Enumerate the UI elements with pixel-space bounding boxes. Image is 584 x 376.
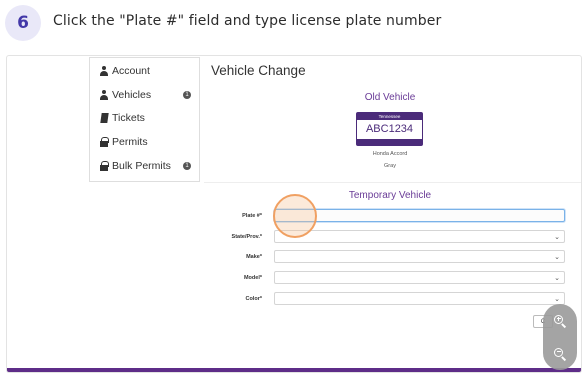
screenshot-frame: Account Vehicles 1 Tickets Permits Bulk … — [6, 55, 582, 373]
sidebar-item-tickets[interactable]: Tickets — [99, 110, 145, 126]
zoom-controls — [543, 304, 577, 370]
plate-label: Plate #* — [242, 213, 262, 219]
person-icon — [99, 66, 109, 76]
zoom-in-button[interactable] — [543, 304, 577, 337]
make-label: Make* — [246, 254, 262, 260]
person-icon — [99, 90, 109, 100]
step-instruction: Click the "Plate #" field and type licen… — [53, 13, 442, 29]
model-label: Model* — [243, 275, 262, 281]
count-badge: 1 — [183, 162, 191, 170]
zoom-out-icon — [554, 347, 567, 361]
zoom-out-button[interactable] — [543, 337, 577, 370]
section-divider — [204, 182, 581, 183]
license-plate-image: Tennessee ABC1234 — [356, 112, 423, 146]
account-sidebar: Account Vehicles 1 Tickets Permits Bulk … — [89, 57, 200, 182]
plate-input[interactable] — [274, 209, 565, 222]
make-select[interactable]: ⌄ — [274, 250, 565, 263]
chevron-down-icon: ⌄ — [554, 233, 560, 241]
ticket-icon — [99, 113, 109, 123]
chevron-down-icon: ⌄ — [554, 274, 560, 282]
footer-bar — [7, 368, 581, 372]
chevron-down-icon: ⌄ — [554, 295, 560, 303]
state-select[interactable]: ⌄ — [274, 230, 565, 243]
plate-number: ABC1234 — [365, 123, 414, 135]
sidebar-item-account[interactable]: Account — [99, 63, 150, 79]
count-badge: 1 — [183, 91, 191, 99]
plate-state: Tennessee — [357, 113, 422, 120]
sidebar-item-bulk-permits[interactable]: Bulk Permits 1 — [99, 158, 199, 174]
temporary-vehicle-heading: Temporary Vehicle — [348, 190, 432, 201]
tutorial-step-page: 6 Click the "Plate #" field and type lic… — [0, 0, 584, 376]
old-vehicle-model: Honda Accord — [372, 151, 408, 157]
sidebar-item-label: Tickets — [112, 112, 145, 124]
plate-bottom-stripe — [357, 139, 422, 145]
sidebar-item-label: Account — [112, 65, 150, 77]
lock-icon — [99, 161, 109, 171]
sidebar-item-permits[interactable]: Permits — [99, 134, 148, 150]
page-title: Vehicle Change — [211, 63, 306, 78]
sidebar-item-label: Vehicles — [112, 89, 152, 101]
lock-icon — [99, 137, 109, 147]
sidebar-item-vehicles[interactable]: Vehicles 1 — [99, 87, 199, 103]
old-vehicle-heading: Old Vehicle — [364, 92, 416, 103]
sidebar-item-label: Permits — [112, 136, 148, 148]
chevron-down-icon: ⌄ — [554, 253, 560, 261]
color-label: Color* — [245, 296, 263, 302]
state-label: State/Prov.* — [231, 234, 262, 240]
model-select[interactable]: ⌄ — [274, 271, 565, 284]
sidebar-item-label: Bulk Permits — [112, 160, 171, 172]
step-number-badge: 6 — [5, 5, 41, 41]
zoom-in-icon — [554, 314, 567, 328]
old-vehicle-color: Gray — [384, 163, 396, 169]
click-target-highlight — [273, 194, 317, 238]
color-select[interactable]: ⌄ — [274, 292, 565, 305]
